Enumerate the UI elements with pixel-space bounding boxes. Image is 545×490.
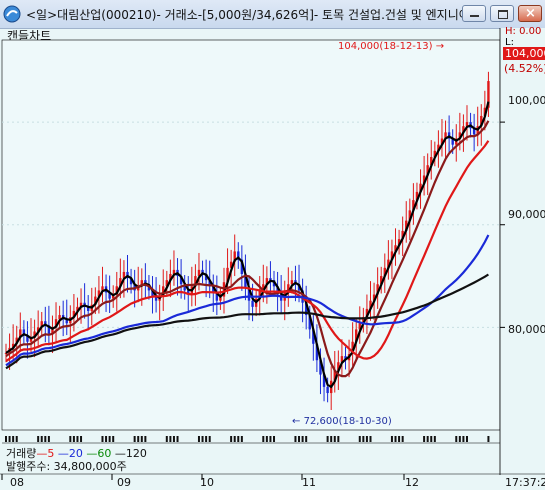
volume-marker — [333, 436, 336, 442]
candle-body — [326, 386, 329, 394]
volume-marker — [233, 436, 236, 442]
low-annotation: ← 72,600(18-10-30) — [292, 416, 392, 427]
volume-marker — [455, 436, 458, 442]
volume-marker — [326, 436, 329, 442]
volume-marker — [430, 436, 433, 442]
candle-body — [251, 300, 254, 307]
volume-marker — [401, 436, 404, 442]
volume-marker — [394, 436, 397, 442]
volume-marker — [47, 436, 50, 442]
x-tick-label: 09 — [117, 476, 131, 489]
volume-marker — [398, 436, 401, 442]
volume-marker — [140, 436, 143, 442]
volume-marker — [487, 436, 490, 442]
plot-area — [1, 39, 501, 431]
volume-marker — [330, 436, 333, 442]
volume-marker — [169, 436, 172, 442]
price-chart[interactable] — [0, 0, 545, 490]
current-price-badge: 104,000 — [503, 47, 545, 60]
volume-marker — [458, 436, 461, 442]
volume-marker — [40, 436, 43, 442]
volume-marker — [362, 436, 365, 442]
y-tick-label: 80,000 — [508, 323, 545, 336]
volume-marker — [298, 436, 301, 442]
volume-marker — [305, 436, 308, 442]
volume-marker — [201, 436, 204, 442]
x-tick-label: 08 — [10, 476, 24, 489]
ma-120-label: 120 — [125, 447, 147, 460]
volume-marker — [133, 436, 136, 442]
volume-marker — [76, 436, 79, 442]
volume-marker — [144, 436, 147, 442]
volume-marker — [205, 436, 208, 442]
x-tick-label: 10 — [200, 476, 214, 489]
volume-marker — [301, 436, 304, 442]
volume-marker — [369, 436, 372, 442]
volume-marker — [262, 436, 265, 442]
volume-marker — [273, 436, 276, 442]
high-annotation: 104,000(18-12-13) → — [338, 41, 445, 52]
volume-marker — [176, 436, 179, 442]
volume-marker — [108, 436, 111, 442]
volume-marker — [365, 436, 368, 442]
volume-marker — [462, 436, 465, 442]
volume-marker — [269, 436, 272, 442]
high-readout: H: 0.00 — [505, 26, 542, 37]
volume-marker — [230, 436, 233, 442]
volume-marker — [112, 436, 115, 442]
volume-marker — [44, 436, 47, 442]
x-tick-label: 11 — [302, 476, 316, 489]
volume-marker — [165, 436, 168, 442]
volume-marker — [80, 436, 83, 442]
clock: 17:37:2 — [505, 476, 545, 489]
volume-marker — [426, 436, 429, 442]
volume-marker — [390, 436, 393, 442]
volume-marker — [69, 436, 72, 442]
y-tick-label: 90,000 — [508, 208, 545, 221]
x-tick-label: 12 — [405, 476, 419, 489]
volume-marker — [337, 436, 340, 442]
volume-marker — [208, 436, 211, 442]
volume-marker — [197, 436, 200, 442]
volume-marker — [8, 436, 11, 442]
volume-marker — [433, 436, 436, 442]
y-tick-label: 100,000 — [508, 94, 545, 107]
volume-marker — [101, 436, 104, 442]
volume-marker — [423, 436, 426, 442]
volume-marker — [294, 436, 297, 442]
volume-marker — [37, 436, 40, 442]
volume-marker — [265, 436, 268, 442]
volume-marker — [5, 436, 7, 442]
volume-marker — [137, 436, 140, 442]
volume-marker — [105, 436, 108, 442]
change-percent: (4.52%) — [504, 62, 545, 75]
volume-marker — [358, 436, 361, 442]
volume-marker — [465, 436, 468, 442]
volume-marker — [12, 436, 15, 442]
volume-marker — [172, 436, 175, 442]
listed-shares: 발행주수: 34,800,000주 — [6, 460, 127, 473]
volume-marker — [237, 436, 240, 442]
volume-marker — [72, 436, 75, 442]
volume-marker — [15, 436, 18, 442]
volume-marker — [240, 436, 243, 442]
